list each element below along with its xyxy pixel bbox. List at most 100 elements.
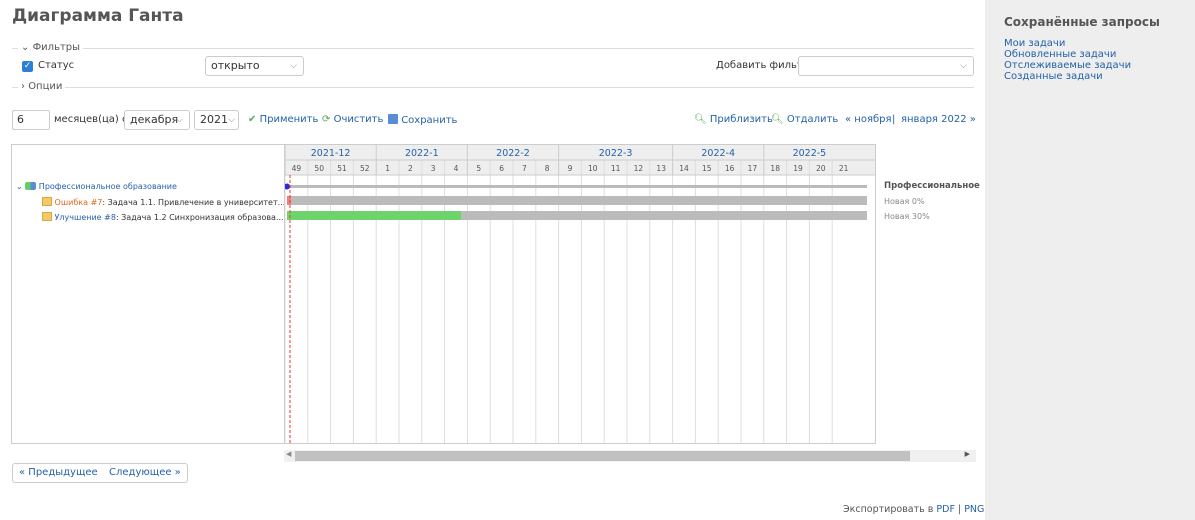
week-label: 15	[702, 164, 712, 173]
scroll-left-icon[interactable]: ◀	[286, 450, 291, 458]
reload-icon: ⟳	[322, 114, 331, 125]
week-label: 7	[522, 164, 527, 173]
clear-button[interactable]: ⟳ Очистить	[322, 114, 383, 125]
week-label: 16	[725, 164, 735, 173]
issue-icon	[42, 197, 52, 206]
week-label: 5	[476, 164, 481, 173]
week-label: 49	[292, 164, 302, 173]
issue-tracker-link[interactable]: Ошибка #7	[55, 198, 103, 207]
week-label: 21	[839, 164, 849, 173]
week-label: 14	[679, 164, 689, 173]
status-checkbox[interactable]: ✓	[22, 61, 33, 72]
week-label: 11	[611, 164, 621, 173]
project-link[interactable]: Профессиональное образование	[39, 182, 177, 191]
issue-row[interactable]: Ошибка #7: Задача 1.1. Привлечение в уни…	[42, 197, 285, 207]
save-icon	[388, 114, 398, 124]
week-label: 50	[314, 164, 324, 173]
period-separator: |	[892, 114, 896, 125]
chevron-down-icon: ⌄	[21, 42, 30, 53]
month-label: 2022-3	[599, 148, 633, 159]
week-label: 52	[360, 164, 370, 173]
apply-button[interactable]: ✔ Применить	[248, 114, 318, 125]
gantt-chart: 49 50 51 52 1 2 3 4 5 6 7 8 9 10 11 12 13 14 15 16 17 18 19 20 2…	[284, 144, 876, 444]
project-row[interactable]: ⌄ Профессиональное образование	[16, 182, 177, 191]
issue-bar	[287, 196, 867, 205]
week-label: 4	[454, 164, 459, 173]
filters-divider	[12, 48, 974, 49]
main-content: Диаграмма Ганта ⌄ Фильтры ✓ Статус откры…	[0, 0, 985, 520]
week-label: 12	[634, 164, 644, 173]
sidebar-item-created-issues[interactable]: Созданные задачи	[1004, 71, 1131, 82]
month-label: 2021-12	[311, 148, 351, 159]
status-operator-select[interactable]: открыто ⌵	[205, 56, 304, 76]
week-label: 1	[385, 164, 390, 173]
gantt-grid-svg: 49 50 51 52 1 2 3 4 5 6 7 8 9 10 11 12 13 14 15 16 17 18 19 20 2…	[285, 145, 875, 443]
month-select[interactable]: декабря ⌵	[124, 110, 190, 130]
zoom-out-button[interactable]: 🔍︎ Отдалить	[771, 114, 838, 125]
months-label: месяцев(ца) с	[54, 114, 128, 125]
project-bar	[287, 185, 867, 188]
month-label: 2022-5	[793, 148, 827, 159]
scrollbar-thumb[interactable]	[295, 451, 910, 461]
sidebar-item-updated-issues[interactable]: Обновленные задачи	[1004, 49, 1131, 60]
previous-period-link[interactable]: « ноября	[845, 114, 892, 125]
year-select[interactable]: 2021 ⌵	[194, 110, 239, 130]
chevron-down-icon: ⌵	[228, 115, 235, 125]
week-label: 3	[431, 164, 436, 173]
issue-status: Новая 0%	[884, 197, 925, 206]
week-label: 51	[337, 164, 347, 173]
zoom-out-icon: 🔍︎	[771, 114, 784, 125]
week-label: 6	[499, 164, 504, 173]
options-divider	[12, 87, 974, 88]
sidebar-item-my-issues[interactable]: Мои задачи	[1004, 38, 1131, 49]
export-png-link[interactable]: PNG	[964, 504, 984, 515]
page-title: Диаграмма Ганта	[12, 6, 184, 26]
scroll-right-icon[interactable]: ▶	[965, 450, 970, 458]
chevron-right-icon: ›	[21, 81, 25, 92]
sidebar: Сохранённые запросы Мои задачи Обновленн…	[985, 0, 1195, 520]
gantt-subjects: ⌄ Профессиональное образование Ошибка #7…	[11, 144, 285, 444]
zoom-in-icon: 🔍︎	[694, 114, 707, 125]
checkmark-icon: ✔	[248, 114, 257, 125]
zoom-in-button[interactable]: 🔍︎ Приблизить	[694, 114, 773, 125]
horizontal-scrollbar[interactable]: ◀ ▶	[284, 450, 976, 462]
months-input[interactable]: 6	[12, 110, 50, 130]
week-label: 8	[545, 164, 550, 173]
project-label: Профессиональное	[884, 181, 980, 191]
chevron-down-icon: ⌵	[176, 115, 183, 125]
saved-queries-list: Мои задачи Обновленные задачи Отслеживае…	[1004, 38, 1131, 82]
week-label: 20	[816, 164, 826, 173]
chevron-down-icon: ⌄	[16, 182, 23, 191]
sidebar-item-watched-issues[interactable]: Отслеживаемые задачи	[1004, 60, 1131, 71]
filters-legend[interactable]: ⌄ Фильтры	[18, 42, 84, 53]
week-label: 18	[770, 164, 780, 173]
issue-subject: : Задача 1.2 Синхронизация образова...	[115, 213, 284, 222]
week-label: 13	[656, 164, 666, 173]
status-label: Статус	[38, 60, 75, 71]
week-label: 17	[748, 164, 758, 173]
project-start-marker	[285, 183, 290, 190]
issue-icon	[42, 212, 52, 221]
previous-button[interactable]: « Предыдущее	[12, 463, 105, 483]
month-label: 2022-1	[405, 148, 439, 159]
issue-row[interactable]: Улучшение #8: Задача 1.2 Синхронизация о…	[42, 212, 284, 222]
issue-subject: : Задача 1.1. Привлечение в университет.…	[102, 198, 286, 207]
week-label: 10	[588, 164, 598, 173]
issue-status: Новая 30%	[884, 212, 930, 221]
next-button[interactable]: Следующее »	[103, 463, 188, 483]
week-label: 9	[568, 164, 573, 173]
issue-progress-bar	[287, 211, 461, 220]
next-period-link[interactable]: января 2022 »	[901, 114, 976, 125]
week-label: 2	[408, 164, 413, 173]
chevron-down-icon: ⌵	[290, 61, 297, 71]
week-label: 19	[793, 164, 803, 173]
month-label: 2022-4	[701, 148, 735, 159]
options-legend[interactable]: › Опции	[18, 81, 66, 92]
chevron-down-icon: ⌵	[960, 61, 967, 71]
save-button[interactable]: Сохранить	[388, 114, 457, 126]
add-filter-label: Добавить фильтр	[716, 60, 810, 71]
export-pdf-link[interactable]: PDF	[936, 504, 955, 515]
add-filter-select[interactable]: ⌵	[798, 56, 974, 76]
issue-tracker-link[interactable]: Улучшение #8	[55, 213, 116, 222]
sidebar-title: Сохранённые запросы	[1004, 15, 1160, 29]
